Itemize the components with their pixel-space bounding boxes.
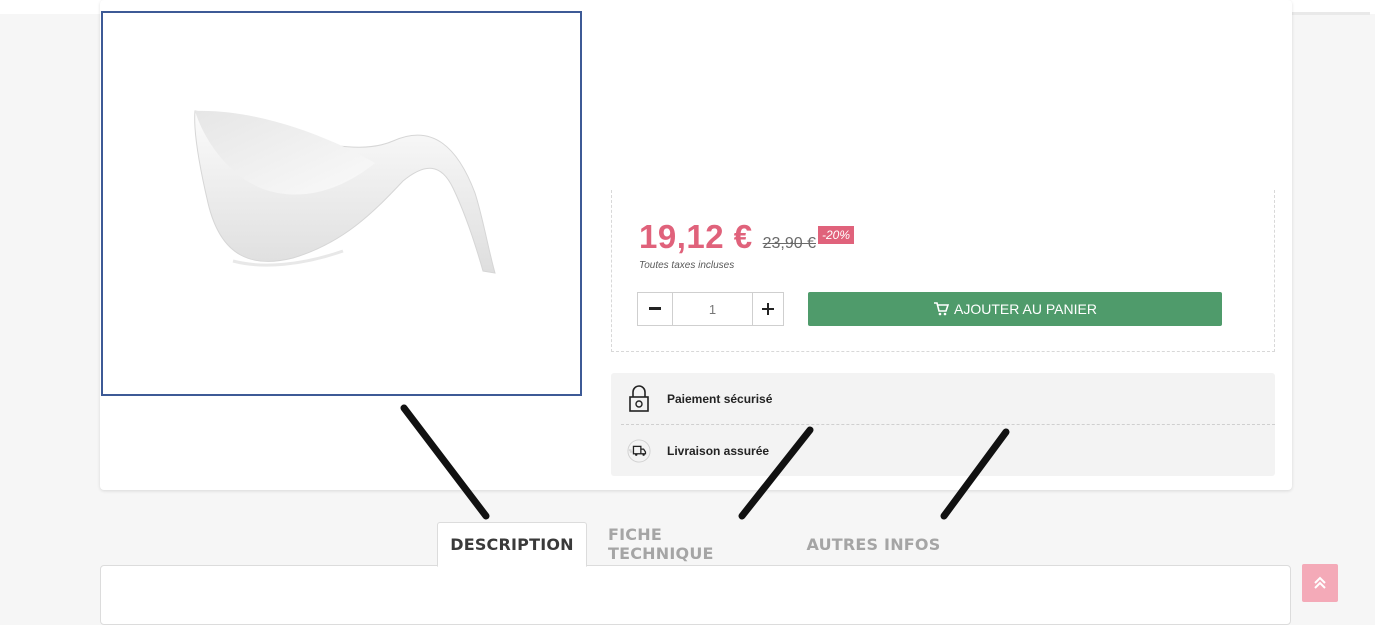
back-to-top-button[interactable] (1302, 564, 1338, 602)
tab-description[interactable]: DESCRIPTION (437, 522, 587, 567)
discount-badge: -20% (818, 226, 855, 244)
tax-note: Toutes taxes incluses (639, 260, 735, 271)
reassurance-item-payment: Paiement sécurisé (627, 385, 772, 413)
lock-icon (627, 385, 651, 413)
reassurance-label: Paiement sécurisé (667, 392, 773, 406)
product-image[interactable] (101, 11, 582, 396)
quantity-stepper (637, 292, 784, 326)
reassurance-block: Paiement sécurisé Livraison assurée (611, 373, 1275, 476)
add-to-cart-button[interactable]: AJOUTER AU PANIER (808, 292, 1222, 326)
delivery-truck-icon (627, 437, 651, 465)
add-to-cart-label: AJOUTER AU PANIER (954, 301, 1097, 317)
tab-fiche-technique[interactable]: FICHE TECHNIQUE (608, 522, 773, 566)
quantity-input[interactable] (673, 293, 752, 325)
plus-icon[interactable] (752, 293, 783, 325)
tab-content-panel (100, 565, 1291, 625)
reassurance-item-delivery: Livraison assurée (627, 437, 769, 465)
reassurance-label: Livraison assurée (667, 444, 770, 458)
current-price: 19,12 € (639, 218, 753, 255)
old-price: 23,90 € (762, 235, 816, 252)
chevrons-up-icon (1314, 576, 1326, 589)
buy-box (611, 190, 1275, 352)
price-row: 19,12 € 23,90 € (639, 218, 816, 258)
minus-icon[interactable] (638, 293, 673, 325)
cart-icon (934, 302, 950, 316)
tab-autres-infos[interactable]: AUTRES INFOS (806, 522, 941, 566)
bowl-image (194, 110, 496, 274)
